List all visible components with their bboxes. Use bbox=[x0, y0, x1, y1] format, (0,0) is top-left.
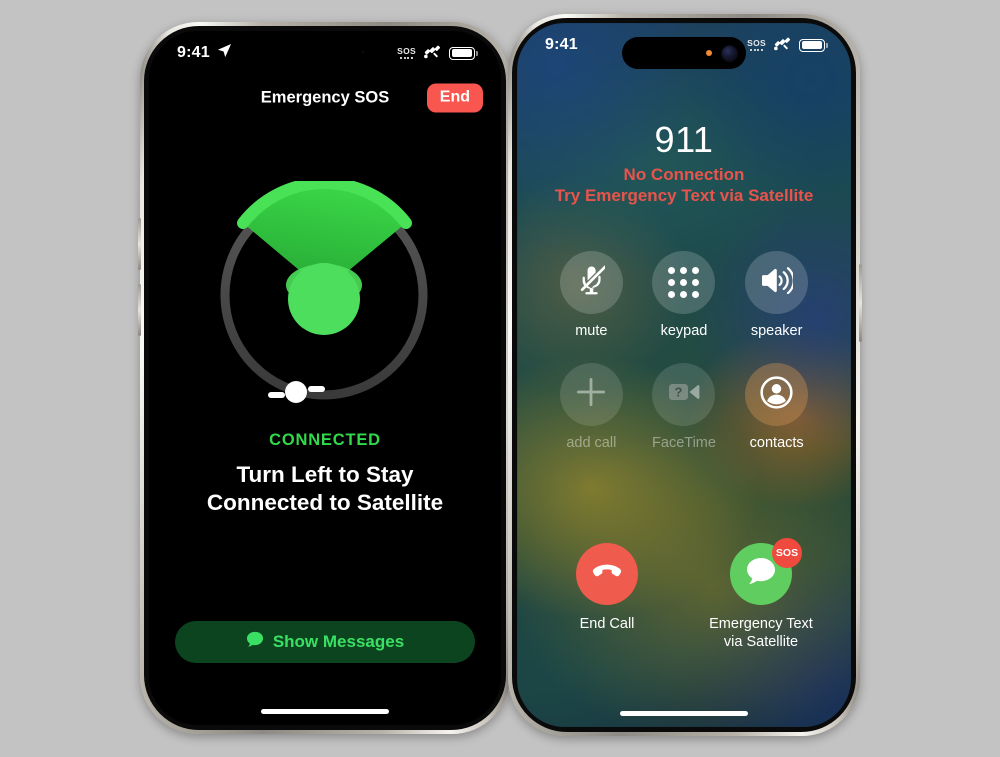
keypad-button[interactable]: keypad bbox=[638, 251, 731, 339]
svg-text:?: ? bbox=[675, 385, 683, 400]
contacts-button-circle bbox=[745, 363, 809, 426]
right-phone-device: 9:41 SOS 911 No Connection Try Emergency… bbox=[508, 14, 862, 736]
mute-button-circle bbox=[559, 251, 623, 314]
message-bubble-icon bbox=[744, 555, 778, 592]
end-call-button-label: End Call bbox=[579, 615, 635, 632]
emergency-text-label-line-2: via Satellite bbox=[723, 633, 799, 650]
satellite-icon bbox=[773, 34, 792, 56]
right-dynamic-island bbox=[622, 37, 746, 69]
emergency-text-button-circle: SOS bbox=[730, 537, 802, 605]
facetime-button-label: FaceTime bbox=[652, 435, 716, 451]
page-title: Emergency SOS bbox=[260, 88, 390, 107]
speaker-button-circle bbox=[745, 251, 809, 314]
plus-icon bbox=[575, 376, 607, 413]
facetime-video-unavailable-icon: ? bbox=[668, 380, 700, 409]
sos-icon-label: SOS bbox=[397, 45, 416, 56]
right-front-camera-lens bbox=[722, 45, 737, 61]
instruction-line-1: Turn Left to Stay bbox=[236, 462, 414, 487]
location-arrow-icon bbox=[217, 43, 232, 63]
right-status-time: 9:41 bbox=[545, 36, 578, 53]
call-header: 911 No Connection Try Emergency Text via… bbox=[517, 119, 851, 206]
call-number: 911 bbox=[654, 119, 714, 160]
status-badge: CONNECTED bbox=[269, 431, 381, 449]
contact-person-icon bbox=[760, 375, 793, 414]
screenshot-stage: 9:41 SOS Emergency SOS End CONNECTED Tur… bbox=[0, 0, 1000, 757]
right-phone-power-button[interactable] bbox=[859, 264, 862, 342]
left-phone-volume-down-button[interactable] bbox=[138, 284, 141, 336]
facetime-button[interactable]: ? FaceTime bbox=[638, 363, 731, 451]
emergency-text-satellite-button[interactable]: SOS Emergency Text via Satellite bbox=[701, 537, 821, 651]
left-status-time: 9:41 bbox=[177, 44, 210, 61]
right-phone-screen: 9:41 SOS 911 No Connection Try Emergency… bbox=[517, 23, 851, 727]
call-status-line-2: Try Emergency Text via Satellite bbox=[554, 186, 814, 205]
sos-signal-icon: SOS bbox=[397, 45, 416, 60]
emergency-text-label-line-1: Emergency Text bbox=[709, 615, 813, 632]
show-messages-button[interactable]: Show Messages bbox=[175, 621, 475, 663]
left-phone-volume-up-button[interactable] bbox=[138, 218, 141, 270]
left-phone-device: 9:41 SOS Emergency SOS End CONNECTED Tur… bbox=[138, 22, 510, 734]
keypad-button-label: keypad bbox=[660, 323, 708, 339]
satellite-icon bbox=[423, 42, 442, 64]
left-phone-screen: 9:41 SOS Emergency SOS End CONNECTED Tur… bbox=[149, 31, 501, 725]
sos-icon-dots bbox=[400, 56, 414, 60]
microphone-in-use-indicator bbox=[706, 50, 712, 56]
call-controls-grid: mute keypad speaker add call ? FaceTime … bbox=[545, 251, 823, 451]
connection-status-block: CONNECTED Turn Left to Stay Connected to… bbox=[149, 431, 501, 518]
sos-icon-dots bbox=[750, 48, 764, 52]
add-call-button[interactable]: add call bbox=[545, 363, 638, 451]
instruction-text: Turn Left to Stay Connected to Satellite bbox=[149, 461, 501, 518]
emergency-text-button-label: Emergency Text via Satellite bbox=[709, 615, 813, 651]
mute-button-label: mute bbox=[575, 323, 608, 339]
contacts-button[interactable]: contacts bbox=[730, 363, 823, 451]
keypad-dots-icon bbox=[668, 267, 700, 298]
instruction-line-2: Connected to Satellite bbox=[206, 490, 444, 516]
message-bubble-icon bbox=[246, 631, 264, 653]
left-home-indicator[interactable] bbox=[261, 709, 389, 714]
left-nav-bar: Emergency SOS End bbox=[149, 75, 501, 121]
speaker-button[interactable]: speaker bbox=[730, 251, 823, 339]
contacts-button-label: contacts bbox=[749, 435, 804, 451]
left-status-bar-right: SOS bbox=[397, 42, 478, 64]
keypad-button-circle bbox=[652, 251, 716, 314]
sos-badge: SOS bbox=[772, 537, 802, 568]
sos-icon-label: SOS bbox=[747, 37, 766, 48]
facetime-button-circle: ? bbox=[652, 363, 716, 426]
add-call-button-label: add call bbox=[566, 435, 617, 451]
left-status-bar-left: 9:41 bbox=[177, 43, 232, 63]
speaker-button-label: speaker bbox=[750, 323, 803, 339]
end-call-button-circle bbox=[576, 542, 638, 605]
mute-button[interactable]: mute bbox=[545, 251, 638, 339]
call-actions-row: End Call SOS Emergency Text via Satellit… bbox=[547, 537, 821, 651]
right-status-bar-left: 9:41 bbox=[545, 36, 578, 54]
right-home-indicator[interactable] bbox=[620, 711, 748, 716]
show-messages-label: Show Messages bbox=[272, 632, 405, 651]
end-call-button[interactable]: End Call bbox=[547, 542, 667, 651]
microphone-muted-icon bbox=[578, 264, 607, 301]
sos-signal-icon: SOS bbox=[747, 37, 766, 52]
end-call-handset-icon bbox=[590, 554, 624, 593]
add-call-button-circle bbox=[559, 363, 623, 426]
left-dynamic-island bbox=[282, 45, 368, 77]
battery-full-icon bbox=[449, 46, 478, 60]
end-button[interactable]: End bbox=[426, 83, 483, 113]
speaker-waves-icon bbox=[761, 266, 795, 299]
battery-full-icon bbox=[799, 38, 828, 52]
call-status-line-1: No Connection bbox=[623, 165, 745, 184]
satellite-direction-pointer bbox=[149, 181, 501, 431]
right-status-bar-right: SOS bbox=[747, 34, 828, 56]
